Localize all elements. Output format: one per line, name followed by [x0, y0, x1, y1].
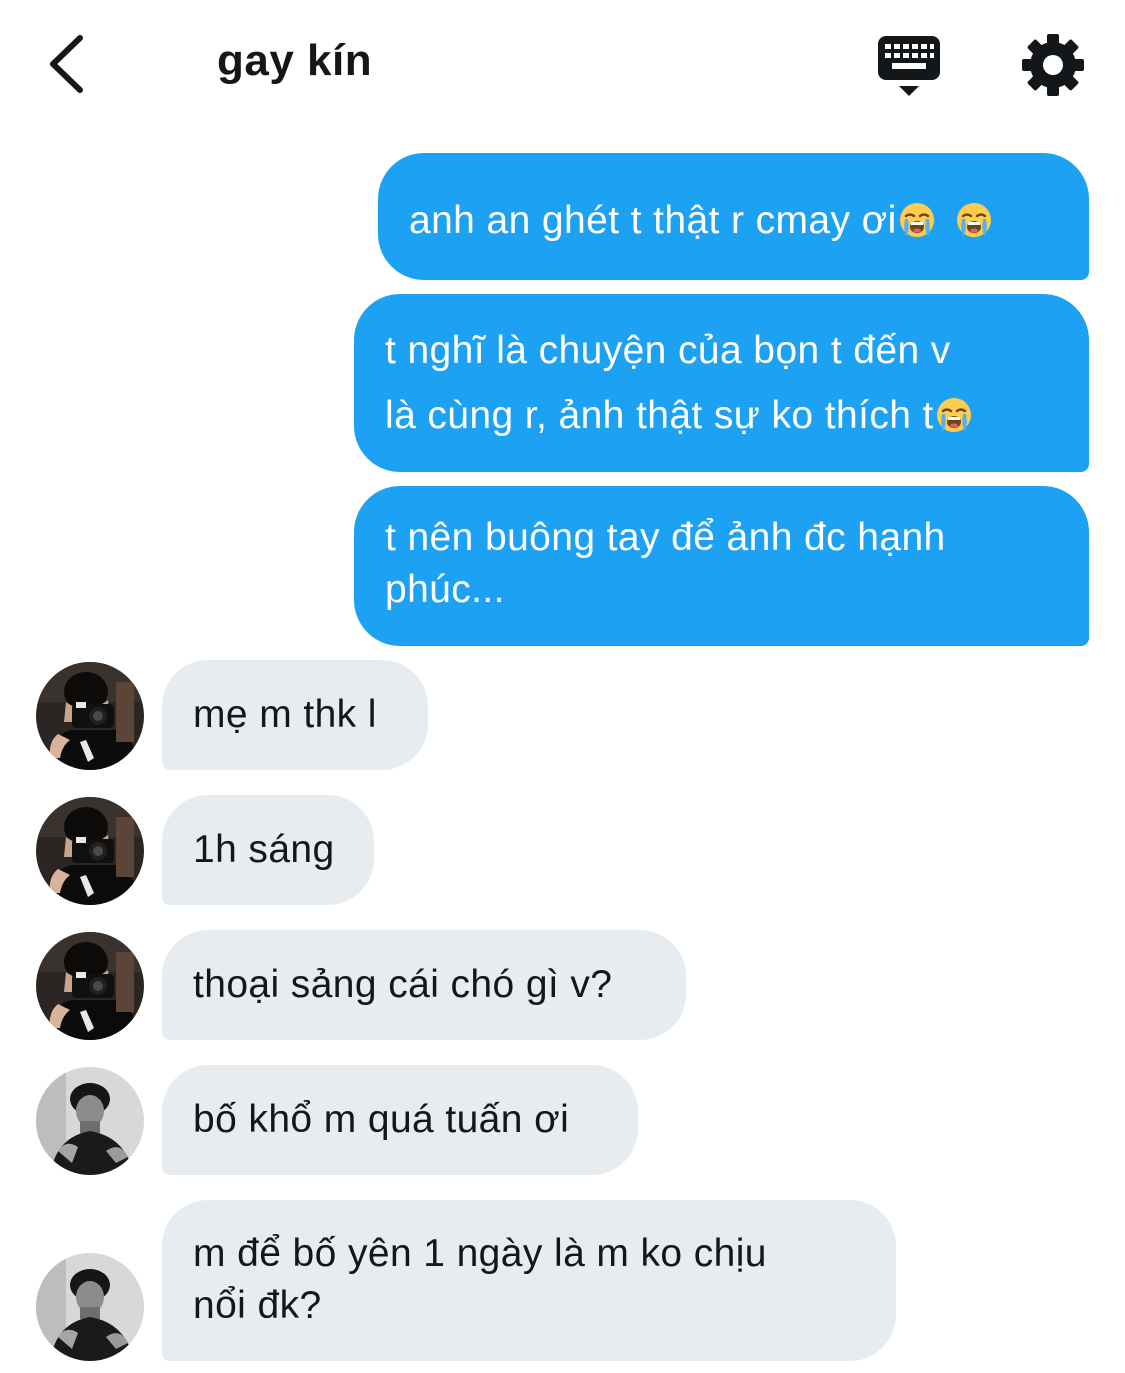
message-text: mẹ m thk l	[193, 693, 377, 736]
message-bubble-outgoing[interactable]: t nên buông tay để ảnh đc hạnh phúc...	[354, 486, 1089, 646]
keyboard-icon	[878, 36, 940, 96]
chat-header: gay kín	[0, 0, 1125, 130]
gear-icon	[1022, 34, 1084, 96]
message-bubble-incoming[interactable]: thoại sảng cái chó gì v?	[162, 930, 686, 1040]
message-text-line: là cùng r, ảnh thật sự ko thích t	[385, 394, 934, 437]
loudly-crying-face-icon	[956, 202, 992, 238]
message-bubble-incoming[interactable]: m để bố yên 1 ngày là m ko chịu nổi đk?	[162, 1200, 896, 1361]
message-text-line: t nên buông tay để ảnh đc hạnh	[385, 516, 946, 559]
avatar[interactable]	[36, 662, 144, 770]
loudly-crying-face-icon	[936, 397, 972, 433]
message-text-line: phúc...	[385, 568, 505, 611]
avatar[interactable]	[36, 1067, 144, 1175]
message-bubble-incoming[interactable]: mẹ m thk l	[162, 660, 428, 770]
avatar-camera-photo	[36, 797, 144, 905]
keyboard-button[interactable]	[872, 30, 946, 104]
avatar-camera-photo	[36, 662, 144, 770]
avatar[interactable]	[36, 797, 144, 905]
message-text-line: m để bố yên 1 ngày là m ko chịu	[193, 1232, 767, 1275]
avatar[interactable]	[36, 932, 144, 1040]
avatar[interactable]	[36, 1253, 144, 1361]
settings-button[interactable]	[1018, 30, 1088, 100]
loudly-crying-face-icon	[899, 202, 935, 238]
message-bubble-outgoing[interactable]: t nghĩ là chuyện của bọn t đến v là cùng…	[354, 294, 1089, 472]
message-text-line: t nghĩ là chuyện của bọn t đến v	[385, 329, 951, 372]
chevron-left-icon	[50, 35, 83, 93]
conversation-title: gay kín	[217, 36, 373, 85]
message-bubble-incoming[interactable]: 1h sáng	[162, 795, 374, 905]
message-text: anh an ghét t thật r cmay ơi	[409, 199, 897, 242]
message-text-line: nổi đk?	[193, 1284, 322, 1327]
avatar-camera-photo	[36, 932, 144, 1040]
message-bubble-outgoing[interactable]: anh an ghét t thật r cmay ơi	[378, 153, 1089, 280]
message-bubble-incoming[interactable]: bố khổ m quá tuấn ơi	[162, 1065, 638, 1175]
back-button[interactable]	[36, 28, 100, 100]
message-text: thoại sảng cái chó gì v?	[193, 963, 613, 1006]
avatar-bw-portrait-photo	[36, 1067, 144, 1175]
message-text: 1h sáng	[193, 828, 335, 871]
message-text: bố khổ m quá tuấn ơi	[193, 1098, 570, 1141]
avatar-bw-portrait-photo	[36, 1253, 144, 1361]
